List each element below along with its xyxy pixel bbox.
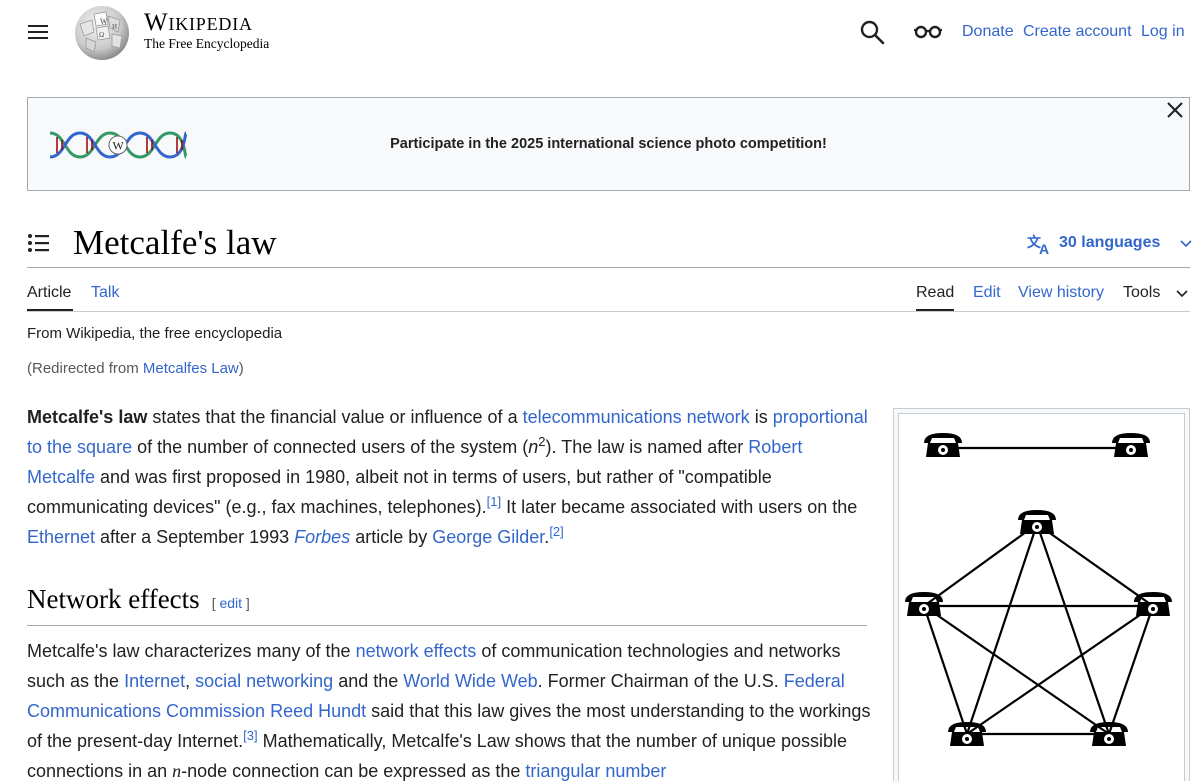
telephone-icon — [1112, 433, 1150, 457]
text: states that the financial value or influ… — [147, 407, 523, 427]
page-title: Metcalfe's law — [73, 223, 277, 262]
section-heading-network-effects: Network effects [ edit ] — [27, 584, 867, 626]
text: , — [185, 671, 196, 691]
create-account-link[interactable]: Create account — [1023, 23, 1132, 41]
math-n: n — [172, 761, 182, 781]
redirect-suffix: ) — [238, 360, 244, 377]
text: of the number of connected users of the … — [132, 437, 529, 457]
telephone-icon — [1134, 592, 1172, 616]
section-title: Network effects — [27, 584, 200, 614]
text: It later became associated with users on… — [501, 497, 858, 517]
svg-text:И: И — [112, 23, 117, 31]
redirect-notice: (Redirected from Metcalfes Law) — [27, 360, 244, 377]
tab-talk[interactable]: Talk — [91, 284, 119, 302]
main-menu-button[interactable] — [24, 20, 52, 44]
tab-article[interactable]: Article — [27, 284, 71, 302]
section-edit: [ edit ] — [212, 595, 250, 611]
ethernet-link[interactable]: Ethernet — [27, 527, 95, 547]
reference-3-link[interactable]: [3] — [243, 728, 257, 743]
site-sub: From Wikipedia, the free encyclopedia — [27, 325, 283, 342]
reference-1-link[interactable]: [1] — [487, 494, 501, 509]
telephone-network-diagram — [905, 433, 1172, 746]
tools-label: Tools — [1123, 284, 1161, 301]
tabs-divider — [27, 311, 1190, 312]
text: . Former Chairman of the U.S. — [537, 671, 784, 691]
translate-icon: 文 A — [1027, 234, 1049, 255]
language-count-label: 30 languages — [1059, 234, 1161, 251]
telephone-icon — [1090, 722, 1128, 746]
tab-edit[interactable]: Edit — [973, 284, 1001, 302]
svg-text:Ω: Ω — [99, 31, 104, 39]
section-edit-link[interactable]: edit — [219, 595, 242, 611]
banner-logo-letter: W — [113, 139, 125, 153]
internet-link[interactable]: Internet — [124, 671, 185, 691]
triangular-number-link[interactable]: triangular number — [525, 761, 666, 781]
telephone-icon — [905, 592, 943, 616]
text: Metcalfe's law characterizes many of the — [27, 641, 356, 661]
wikipedia-wordmark[interactable]: Wikipedia — [144, 9, 253, 37]
svg-text:W: W — [100, 17, 108, 26]
log-in-link[interactable]: Log in — [1141, 23, 1185, 41]
reference-2-link[interactable]: [2] — [549, 524, 563, 539]
redirect-prefix: (Redirected from — [27, 360, 143, 377]
donate-link[interactable]: Donate — [962, 23, 1014, 41]
forbes-link[interactable]: Forbes — [294, 527, 350, 547]
chevron-down-icon — [1180, 240, 1192, 248]
dna-helix-logo-icon: W — [49, 131, 188, 159]
text: is — [749, 407, 773, 427]
tab-view-history[interactable]: View history — [1018, 284, 1104, 302]
tab-read[interactable]: Read — [916, 284, 954, 302]
telephone-network-image[interactable] — [898, 413, 1185, 781]
math-n: n — [528, 437, 539, 457]
wikipedia-tagline: The Free Encyclopedia — [144, 36, 270, 51]
reed-hundt-link[interactable]: Reed Hundt — [270, 701, 366, 721]
george-gilder-link[interactable]: George Gilder — [432, 527, 544, 547]
network-effects-paragraph: Metcalfe's law characterizes many of the… — [27, 636, 872, 781]
text: after a September 1993 — [95, 527, 295, 547]
math-exponent: 2 — [538, 434, 546, 449]
banner-text[interactable]: Participate in the 2025 international sc… — [28, 136, 1189, 152]
telephone-icon — [948, 722, 986, 746]
wikipedia-globe-logo-icon[interactable]: W И Ω — [72, 2, 132, 62]
text: ). The law is named after — [545, 437, 749, 457]
lead-paragraph: Metcalfe's law states that the financial… — [27, 402, 872, 552]
table-of-contents-icon[interactable] — [27, 232, 51, 254]
social-networking-link[interactable]: social networking — [195, 671, 333, 691]
world-wide-web-link[interactable]: World Wide Web — [403, 671, 537, 691]
telephone-icon — [1018, 510, 1056, 534]
site-notice-banner: Participate in the 2025 international sc… — [27, 97, 1190, 191]
redirect-link[interactable]: Metcalfes Law — [143, 360, 239, 377]
infobox-figure — [893, 408, 1190, 781]
reading-preferences-glasses-icon[interactable] — [913, 20, 943, 44]
telecommunications-network-link[interactable]: telecommunications network — [523, 407, 750, 427]
network-effects-link[interactable]: network effects — [356, 641, 477, 661]
telephone-icon — [924, 433, 962, 457]
close-icon[interactable] — [1165, 100, 1185, 120]
title-divider — [27, 267, 1190, 268]
chevron-down-icon — [1176, 290, 1188, 298]
text: and the — [333, 671, 404, 691]
search-icon[interactable] — [858, 18, 886, 46]
text: article by — [350, 527, 433, 547]
svg-text:A: A — [1039, 241, 1049, 255]
lead-bold-term: Metcalfe's law — [27, 407, 148, 427]
language-selector-button[interactable]: 文 A 30 languages — [1027, 232, 1192, 256]
text: -node connection can be expressed as the — [181, 761, 526, 781]
tools-dropdown[interactable]: Tools — [1123, 284, 1188, 302]
bracket-close: ] — [242, 595, 250, 611]
